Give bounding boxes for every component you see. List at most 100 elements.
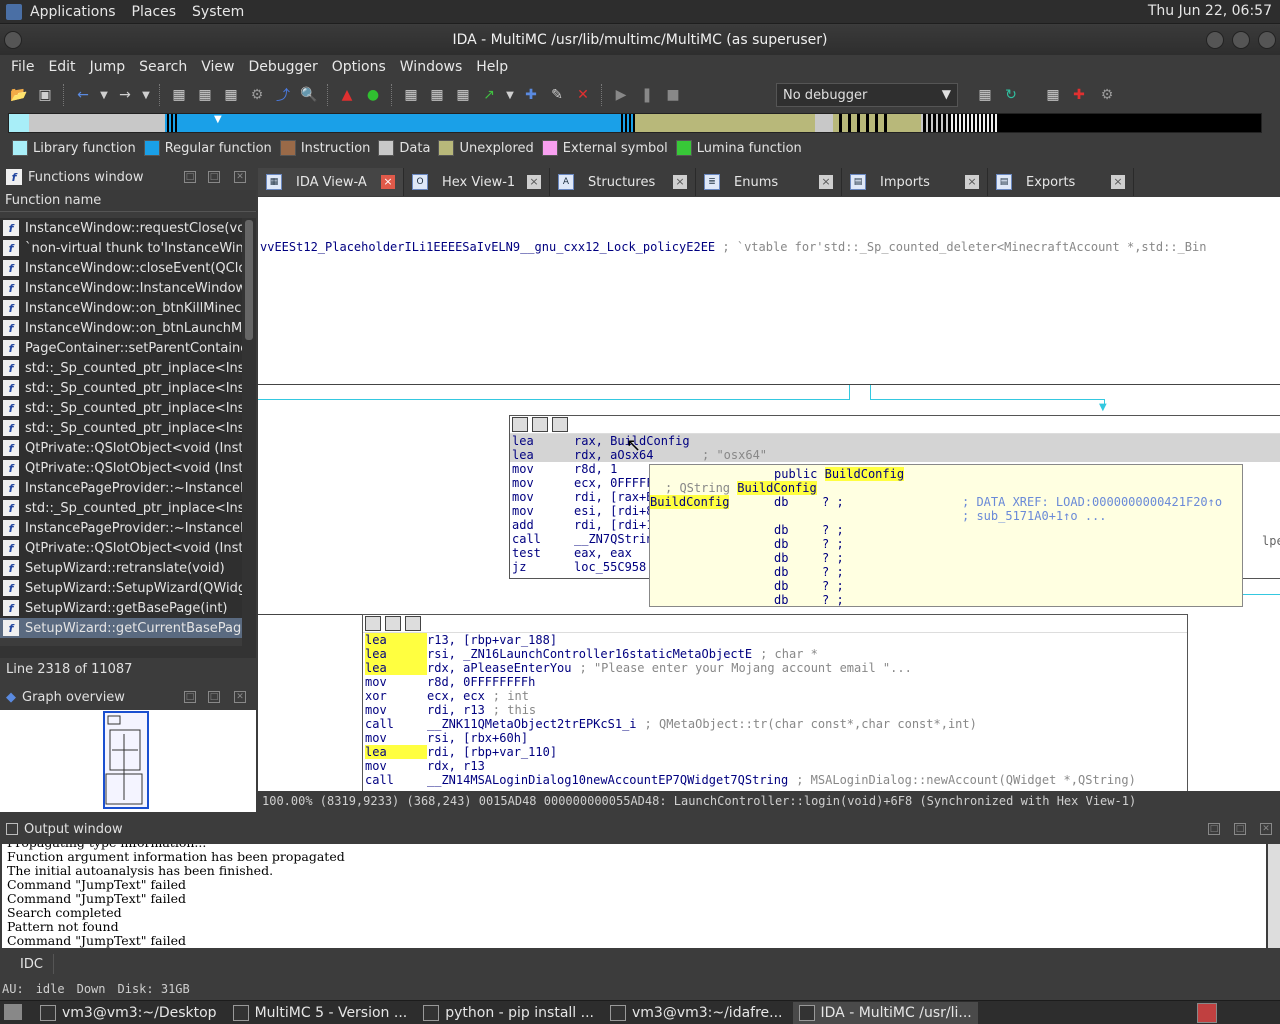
graph-node-top[interactable]: vvEESt12_PlaceholderILi1EEEESaIvELN9__gn… bbox=[258, 197, 1280, 385]
function-list-item[interactable]: f std::_Sp_counted_ptr_inplace<InstancePa… bbox=[0, 358, 242, 378]
window-titlebar[interactable]: IDA - MultiMC /usr/lib/multimc/MultiMC (… bbox=[0, 25, 1280, 55]
plugin-icon[interactable]: ⤴ bbox=[272, 84, 294, 106]
asm-mnemonic[interactable]: test bbox=[512, 546, 574, 560]
asm-operands[interactable]: ecx, ecx bbox=[427, 689, 485, 703]
asm-mnemonic[interactable]: mov bbox=[512, 462, 574, 476]
function-list-item[interactable]: f SetupWizard::retranslate(void) bbox=[0, 558, 242, 578]
tab-structures[interactable]: A Structures × bbox=[550, 168, 696, 196]
function-list-item[interactable]: f QtPrivate::QSlotObject<void (InstanceWi… bbox=[0, 458, 242, 478]
menu-view[interactable]: View bbox=[194, 59, 241, 75]
back-dropdown-icon[interactable]: ▼ bbox=[98, 84, 110, 106]
forward-dropdown-icon[interactable]: ▼ bbox=[140, 84, 152, 106]
asm-line[interactable]: lea r13, [rbp+var_188] bbox=[363, 633, 1187, 647]
idc-language-button[interactable]: IDC bbox=[10, 954, 54, 974]
create-function-icon[interactable]: ▦ bbox=[400, 84, 422, 106]
tab-close-icon[interactable]: × bbox=[965, 175, 979, 189]
edit-icon[interactable]: ✎ bbox=[546, 84, 568, 106]
node-rename-icon[interactable] bbox=[385, 616, 401, 631]
output-scrollbar[interactable] bbox=[1268, 844, 1280, 948]
node-group-icon[interactable] bbox=[552, 417, 568, 432]
open-icon[interactable]: 📂 bbox=[8, 84, 30, 106]
stop-debug-icon[interactable]: ■ bbox=[662, 84, 684, 106]
function-list-item[interactable]: f `non-virtual thunk to'InstanceWindow::c… bbox=[0, 238, 242, 258]
asm-line[interactable]: mov rsi, [rbx+60h] bbox=[363, 731, 1187, 745]
menu-edit[interactable]: Edit bbox=[41, 59, 82, 75]
function-list-item[interactable]: f QtPrivate::QSlotObject<void (InstanceWi… bbox=[0, 538, 242, 558]
asm-mnemonic[interactable]: lea bbox=[365, 661, 427, 675]
function-list-item[interactable]: f InstancePageProvider::~InstancePageProv… bbox=[0, 518, 242, 538]
asm-mnemonic[interactable]: mov bbox=[365, 759, 427, 773]
taskbar-item[interactable]: IDA - MultiMC /usr/li... bbox=[792, 1001, 978, 1024]
sync-icon[interactable]: ▦ bbox=[1042, 84, 1064, 106]
float-icon[interactable]: □ bbox=[184, 171, 196, 183]
function-list-item[interactable]: f std::_Sp_counted_ptr_inplace<InstancePa… bbox=[0, 398, 242, 418]
restore-icon[interactable]: □ bbox=[1234, 823, 1246, 835]
function-list-item[interactable]: f QtPrivate::QSlotObject<void (InstanceWi… bbox=[0, 438, 242, 458]
asm-line[interactable]: call __ZNK11QMetaObject2trEPKcS1_i ; QMeta… bbox=[363, 717, 1187, 731]
function-name-column-header[interactable]: Function name bbox=[0, 190, 256, 212]
delete-icon[interactable]: ✕ bbox=[572, 84, 594, 106]
asm-line[interactable]: mov rdx, r13 bbox=[363, 759, 1187, 773]
back-icon[interactable]: ← bbox=[72, 84, 94, 106]
asm-mnemonic[interactable]: call bbox=[512, 532, 574, 546]
float-icon[interactable]: □ bbox=[184, 691, 196, 703]
close-button[interactable] bbox=[1258, 31, 1276, 49]
asm-mnemonic[interactable]: lea bbox=[512, 448, 574, 462]
asm-line[interactable]: mov r8d, 0FFFFFFFFh bbox=[363, 675, 1187, 689]
sequence-search-icon[interactable]: ▦ bbox=[194, 84, 216, 106]
function-list-item[interactable]: f SetupWizard::SetupWizard(QWidget *) bbox=[0, 578, 242, 598]
asm-operands[interactable]: r13, [rbp+var_188] bbox=[427, 633, 557, 647]
clock[interactable]: Thu Jun 22, 06:57 bbox=[1148, 3, 1272, 19]
close-icon[interactable]: ✕ bbox=[1260, 823, 1272, 835]
functions-vertical-scrollbar[interactable] bbox=[242, 218, 256, 658]
taskbar-item[interactable]: vm3@vm3:~/idafre... bbox=[604, 1002, 789, 1024]
asm-mnemonic[interactable]: mov bbox=[365, 731, 427, 745]
asm-mnemonic[interactable]: lea bbox=[365, 633, 427, 647]
tab-close-icon[interactable]: × bbox=[673, 175, 687, 189]
ida-view-a[interactable]: vvEESt12_PlaceholderILi1EEEESaIvELN9__gn… bbox=[258, 197, 1280, 791]
tab-enums[interactable]: ≣ Enums × bbox=[696, 168, 842, 196]
asm-mnemonic[interactable]: call bbox=[365, 773, 427, 787]
jump-dropdown-icon[interactable]: ▼ bbox=[504, 84, 516, 106]
asm-operands[interactable]: rdx, aPleaseEnterYou bbox=[427, 661, 572, 675]
graph-overview-canvas[interactable] bbox=[0, 710, 256, 812]
close-icon[interactable]: ✕ bbox=[234, 691, 246, 703]
workspace-switcher-icon[interactable] bbox=[1197, 1003, 1217, 1023]
window-menu-button[interactable] bbox=[4, 31, 22, 49]
text-search-icon[interactable]: ▦ bbox=[168, 84, 190, 106]
asm-operands[interactable]: r8d, 0FFFFFFFFh bbox=[427, 675, 535, 689]
asm-mnemonic[interactable]: jz bbox=[512, 560, 574, 574]
asm-operands[interactable]: rsi, [rbx+60h] bbox=[427, 731, 528, 745]
asm-line[interactable]: lea rdi, [rbp+var_110] bbox=[363, 745, 1187, 759]
tab-close-icon[interactable]: × bbox=[527, 175, 541, 189]
tab-hex-view-1[interactable]: O Hex View-1 × bbox=[404, 168, 550, 196]
function-list-item[interactable]: f InstanceWindow::on_btnLaunchMinecraftOf… bbox=[0, 318, 242, 338]
asm-mnemonic[interactable]: mov bbox=[365, 675, 427, 689]
tab-ida-view-a[interactable]: ▦ IDA View-A × bbox=[258, 168, 404, 196]
asm-line[interactable]: lea rdx, aPleaseEnterYou ; "Please enter y… bbox=[363, 661, 1187, 675]
menu-jump[interactable]: Jump bbox=[83, 59, 133, 75]
asm-mnemonic[interactable]: mov bbox=[365, 703, 427, 717]
tab-exports[interactable]: ▤ Exports × bbox=[988, 168, 1134, 196]
asm-line[interactable]: lea rsi, _ZN16LaunchController16staticMet… bbox=[363, 647, 1187, 661]
tab-imports[interactable]: ▤ Imports × bbox=[842, 168, 988, 196]
navigation-band[interactable]: ▼ bbox=[8, 113, 1262, 133]
attach-icon[interactable]: ▦ bbox=[974, 84, 996, 106]
asm-operands[interactable]: rdx, r13 bbox=[427, 759, 485, 773]
asm-operands[interactable]: __ZNK11QMetaObject2trEPKcS1_i bbox=[427, 717, 637, 731]
float-icon[interactable]: □ bbox=[1208, 823, 1220, 835]
node-group-icon[interactable] bbox=[405, 616, 421, 631]
node-rename-icon[interactable] bbox=[532, 417, 548, 432]
lumina-icon[interactable]: 🔍 bbox=[298, 84, 320, 106]
run-green-icon[interactable]: ● bbox=[362, 84, 384, 106]
command-input[interactable] bbox=[60, 954, 1270, 974]
restore-icon[interactable]: □ bbox=[208, 171, 220, 183]
function-list-item[interactable]: f SetupWizard::getBasePage(int) bbox=[0, 598, 242, 618]
function-list-item[interactable]: f std::_Sp_counted_ptr_inplace<InstancePa… bbox=[0, 498, 242, 518]
function-list-item[interactable]: f InstancePageProvider::~InstancePageProv… bbox=[0, 478, 242, 498]
forward-icon[interactable]: → bbox=[114, 84, 136, 106]
function-list-item[interactable]: f InstanceWindow::on_btnKillMinecraft_cli… bbox=[0, 298, 242, 318]
taskbar-item[interactable]: python - pip install ... bbox=[417, 1002, 600, 1024]
analyze-icon[interactable]: ⚙ bbox=[246, 84, 268, 106]
pause-debug-icon[interactable]: ❚ bbox=[636, 84, 658, 106]
